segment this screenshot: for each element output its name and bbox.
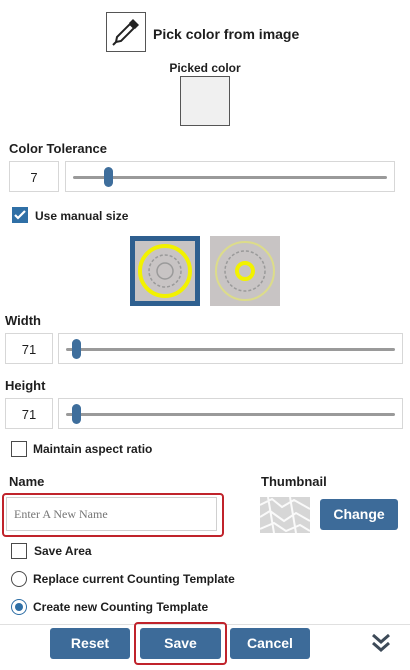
marker-option-large[interactable] bbox=[130, 236, 200, 306]
tolerance-slider-track bbox=[73, 176, 387, 179]
name-input[interactable] bbox=[6, 497, 217, 531]
color-tolerance-label: Color Tolerance bbox=[9, 141, 108, 156]
width-input[interactable]: 71 bbox=[5, 333, 53, 364]
tolerance-input[interactable]: 7 bbox=[9, 161, 59, 192]
marker-option-small[interactable] bbox=[210, 236, 280, 306]
width-slider-thumb[interactable] bbox=[72, 339, 82, 359]
create-template-label: Create new Counting Template bbox=[33, 600, 209, 614]
picked-color-label: Picked color bbox=[169, 61, 241, 75]
name-label: Name bbox=[9, 474, 45, 489]
eyedropper-button[interactable] bbox=[106, 12, 146, 52]
height-label: Height bbox=[5, 378, 46, 393]
small-circle-marker-icon bbox=[215, 241, 275, 301]
large-circle-marker-icon bbox=[135, 241, 195, 301]
width-label: Width bbox=[5, 313, 41, 328]
double-chevron-down-icon bbox=[372, 633, 390, 652]
height-slider-thumb[interactable] bbox=[72, 404, 82, 424]
replace-template-label: Replace current Counting Template bbox=[33, 572, 235, 586]
use-manual-size-checkbox[interactable] bbox=[12, 207, 28, 223]
width-slider-track bbox=[66, 348, 395, 351]
create-template-radio[interactable] bbox=[11, 599, 27, 615]
save-area-checkbox[interactable] bbox=[11, 543, 27, 559]
height-slider[interactable] bbox=[58, 398, 403, 429]
width-slider[interactable] bbox=[58, 333, 403, 364]
thumbnail-texture-icon bbox=[260, 497, 310, 533]
height-input[interactable]: 71 bbox=[5, 398, 53, 429]
picked-color-swatch bbox=[180, 76, 230, 126]
change-thumbnail-button[interactable]: Change bbox=[320, 499, 398, 530]
eyedropper-icon bbox=[112, 19, 139, 46]
maintain-aspect-ratio-checkbox[interactable] bbox=[11, 441, 27, 457]
reset-button[interactable]: Reset bbox=[50, 628, 130, 659]
thumbnail-image bbox=[260, 497, 310, 533]
height-slider-track bbox=[66, 413, 395, 416]
pick-color-label: Pick color from image bbox=[153, 26, 300, 42]
replace-template-radio[interactable] bbox=[11, 571, 27, 587]
save-button[interactable]: Save bbox=[140, 628, 221, 659]
thumbnail-label: Thumbnail bbox=[261, 474, 327, 489]
tolerance-slider-thumb[interactable] bbox=[103, 167, 113, 187]
save-area-label: Save Area bbox=[34, 544, 92, 558]
maintain-aspect-ratio-label: Maintain aspect ratio bbox=[33, 442, 153, 456]
use-manual-size-label: Use manual size bbox=[35, 209, 129, 223]
checkmark-icon bbox=[14, 210, 26, 220]
cancel-button[interactable]: Cancel bbox=[230, 628, 310, 659]
expand-more-button[interactable] bbox=[368, 630, 394, 656]
tolerance-slider[interactable] bbox=[65, 161, 395, 192]
